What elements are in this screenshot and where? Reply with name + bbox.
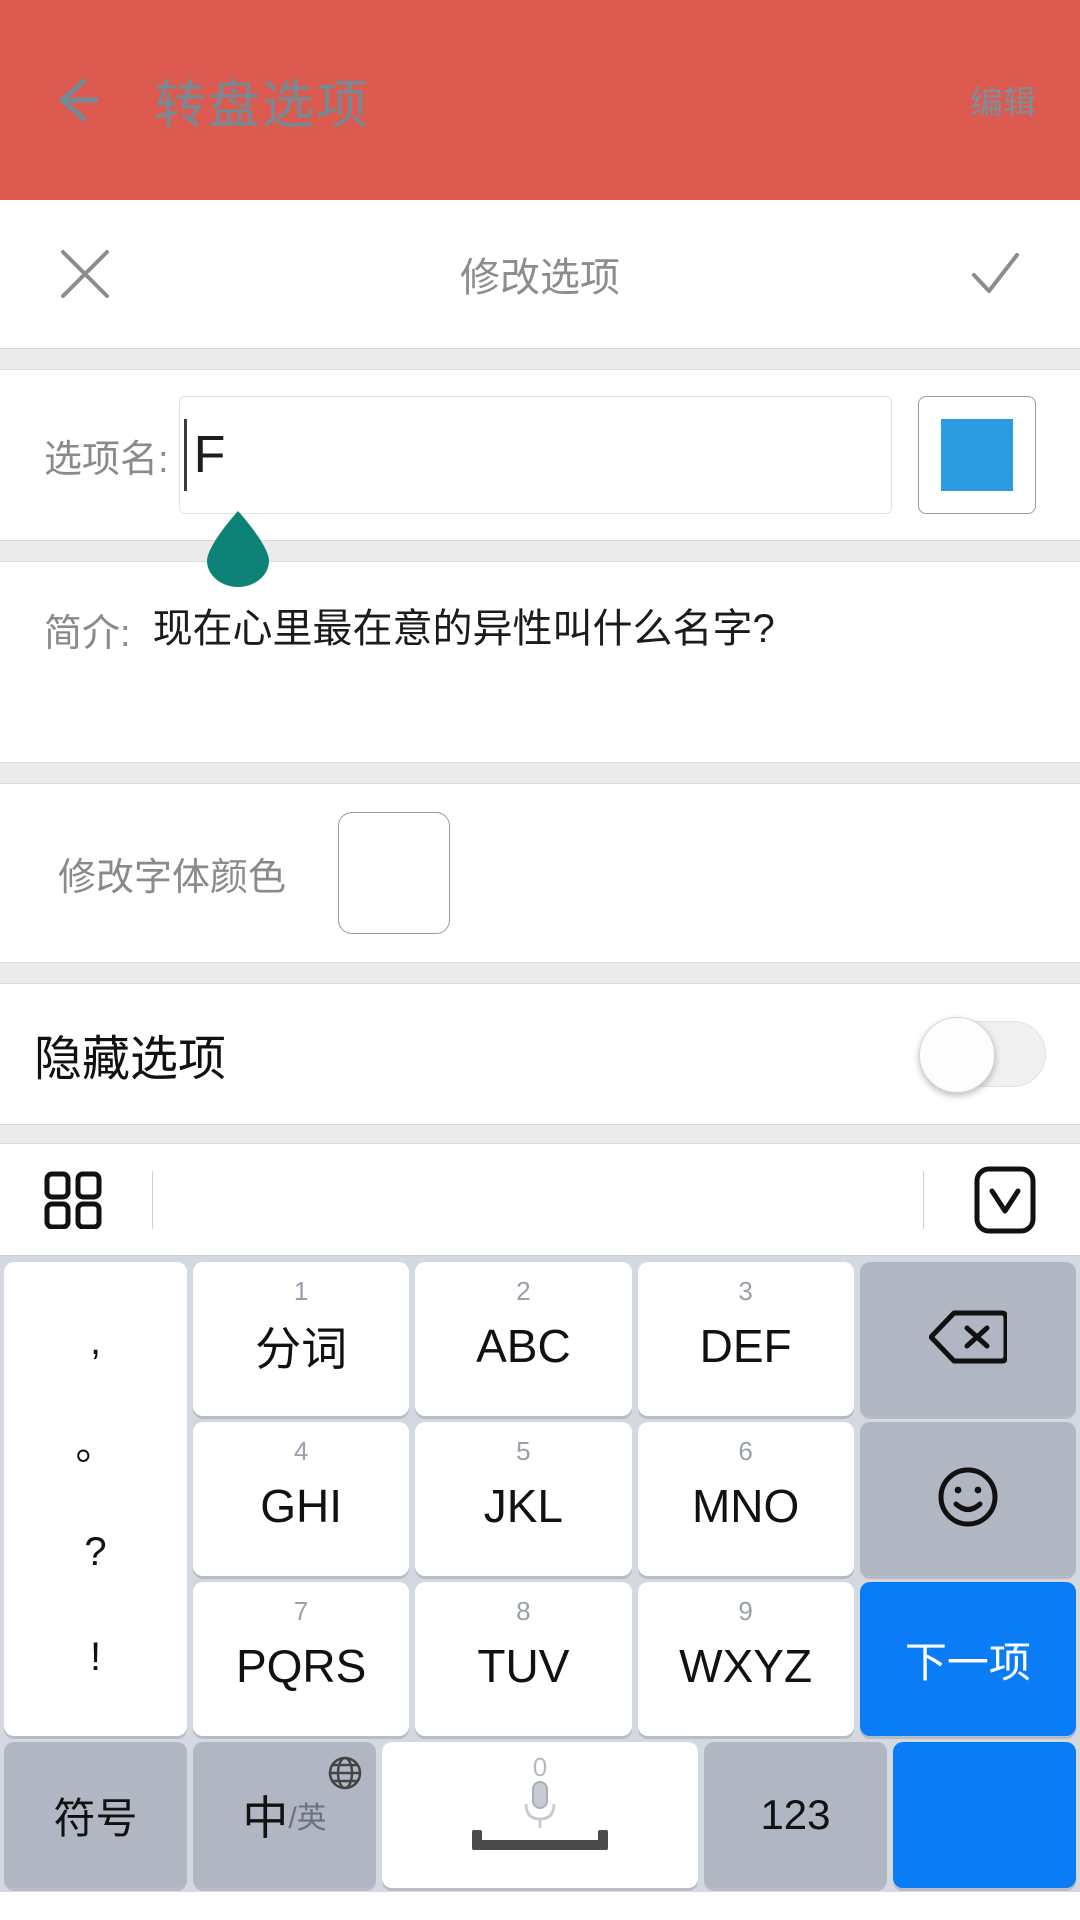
option-name-label: 选项名: [44,438,169,481]
symbol-key[interactable]: 符号 [4,1742,187,1888]
divider [0,348,1080,370]
modal-title: 修改选项 [460,256,620,300]
text-selection-handle[interactable] [207,511,269,587]
page-title: 转盘选项 [154,76,371,135]
key-5[interactable]: 5 JKL [415,1422,632,1576]
keyboard: , 。 ? ! 1 分词 2 ABC 3 DEF 4 GHI 5 JKL 6 M… [0,1256,1080,1892]
key-6[interactable]: 6 MNO [637,1422,854,1576]
key-number: 7 [293,1596,309,1626]
key-4[interactable]: 4 GHI [193,1422,410,1576]
key-9[interactable]: 9 WXYZ [637,1582,854,1736]
app-bar: 转盘选项 编辑 [0,0,1080,200]
font-color-label: 修改字体颜色 [58,856,287,899]
key-number: 9 [738,1596,753,1626]
punct-period[interactable]: 。 [76,1426,116,1466]
grid-menu-icon[interactable] [44,1171,102,1229]
key-label: 分词 [255,1323,348,1375]
key-number: 3 [738,1276,753,1306]
backspace-icon [928,1309,1009,1370]
emoji-key[interactable] [859,1422,1076,1576]
font-color-swatch-button[interactable] [338,812,451,934]
backspace-key[interactable] [859,1262,1076,1416]
punct-question[interactable]: ? [84,1532,106,1572]
punct-exclamation[interactable]: ! [90,1637,101,1677]
punct-comma[interactable]: , [90,1321,101,1361]
keyboard-main-area: , 。 ? ! 1 分词 2 ABC 3 DEF 4 GHI 5 JKL 6 M… [4,1262,1076,1736]
emoji-smiley-icon [937,1466,999,1533]
key-label: DEF [699,1320,792,1372]
text-caret [183,419,187,491]
key-number: 2 [516,1276,531,1306]
key-number: 6 [738,1436,753,1466]
numeric-key[interactable]: 123 [704,1742,887,1888]
divider [0,540,1080,562]
keyboard-keygrid: 1 分词 2 ABC 3 DEF 4 GHI 5 JKL 6 MNO 7 PQR… [193,1262,1076,1736]
toggle-knob [919,1017,995,1093]
option-description-value[interactable]: 现在心里最在意的异性叫什么名字? [153,602,775,656]
hide-option-label: 隐藏选项 [34,1033,227,1086]
toolbar-divider-right [923,1170,924,1229]
microphone-icon[interactable] [520,1780,560,1832]
key-label: MNO [691,1480,800,1532]
next-key-bottom[interactable] [893,1742,1076,1888]
toolbar-divider-left [152,1170,153,1229]
next-key-label: 下一项 [904,1638,1031,1686]
option-description-label: 简介: [44,613,131,655]
punctuation-key[interactable]: , 。 ? ! [4,1262,187,1736]
option-name-value: F [193,426,226,484]
key-1[interactable]: 1 分词 [193,1262,410,1416]
divider [0,1124,1080,1144]
key-number: 5 [516,1436,531,1466]
divider [0,762,1080,784]
space-key[interactable]: 0 [382,1742,698,1888]
key-3[interactable]: 3 DEF [637,1262,854,1416]
option-name-row: 选项名: F [0,370,1080,587]
key-number: 4 [293,1436,309,1466]
font-color-row: 修改字体颜色 [0,784,1080,962]
option-color-swatch-button[interactable] [918,396,1036,514]
hide-option-toggle[interactable] [919,1017,1046,1093]
lang-cn-label: 中 [242,1792,289,1844]
key-number: 1 [293,1276,309,1306]
key-label: JKL [483,1480,563,1532]
key-label: WXYZ [679,1640,813,1692]
lang-en-label: /英 [288,1802,327,1835]
key-2[interactable]: 2 ABC [415,1262,632,1416]
next-key[interactable]: 下一项 [859,1582,1076,1736]
keyboard-toolbar [0,1144,1080,1256]
back-arrow-icon[interactable] [46,69,108,131]
globe-icon [328,1752,362,1790]
key-label: GHI [260,1480,343,1532]
key-label: ABC [476,1320,571,1372]
key-8[interactable]: 8 TUV [415,1582,632,1736]
hide-option-row: 隐藏选项 [0,984,1080,1124]
key-label: TUV [477,1640,570,1692]
keyboard-bottom-row: 符号 中 /英 0 123 [4,1742,1076,1888]
option-description-row: 简介: 现在心里最在意的异性叫什么名字? [0,562,1080,762]
divider [0,962,1080,984]
chevron-down-icon[interactable] [974,1166,1036,1234]
option-color-swatch [941,419,1013,491]
key-label: PQRS [235,1640,367,1692]
key-7[interactable]: 7 PQRS [193,1582,410,1736]
space-bar-indicator [472,1830,608,1850]
space-key-number: 0 [532,1752,548,1782]
edit-button[interactable]: 编辑 [970,76,1036,124]
option-name-input[interactable]: F [178,396,892,514]
key-number: 8 [516,1596,531,1626]
language-toggle-key[interactable]: 中 /英 [193,1742,376,1888]
modal-header: 修改选项 [0,200,1080,348]
